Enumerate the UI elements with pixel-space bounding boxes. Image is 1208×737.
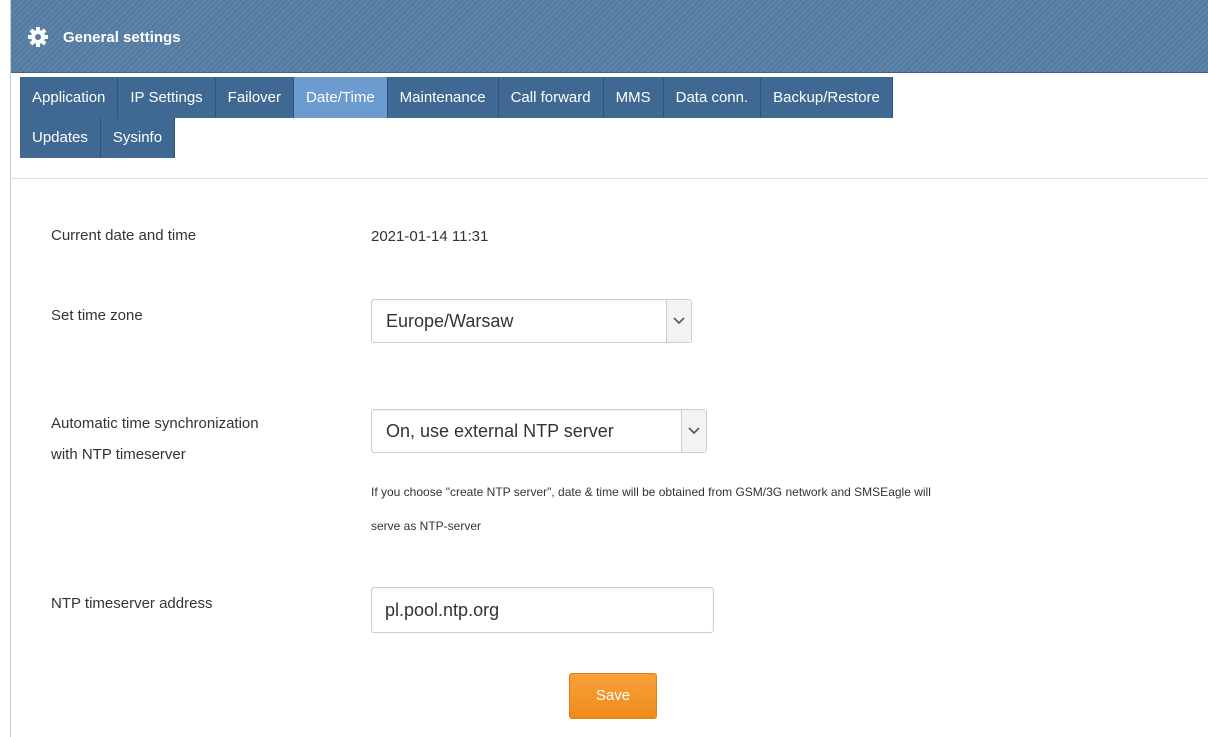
current-datetime-label: Current date and time <box>51 227 197 244</box>
current-datetime-value: 2021-01-14 11:31 <box>371 228 489 245</box>
tab-backup-restore[interactable]: Backup/Restore <box>761 77 893 118</box>
tab-failover[interactable]: Failover <box>215 77 295 118</box>
chevron-down-icon <box>681 410 706 452</box>
tab-application[interactable]: Application <box>20 77 119 118</box>
panel-title: General settings <box>63 28 181 46</box>
tab-date-time[interactable]: Date/Time <box>294 77 388 118</box>
ntp-hint-text: If you choose "create NTP server", date … <box>371 475 931 543</box>
ntp-sync-select[interactable]: On, use external NTP server <box>371 409 707 453</box>
gear-icon <box>27 26 49 48</box>
ntp-address-input[interactable] <box>371 587 714 633</box>
save-button[interactable]: Save <box>569 673 657 719</box>
tab-updates[interactable]: Updates <box>20 118 101 158</box>
timezone-select[interactable]: Europe/Warsaw <box>371 299 692 343</box>
ntp-hint-line1: If you choose "create NTP server", date … <box>371 485 931 499</box>
panel-header: General settings <box>11 0 1208 73</box>
ntp-address-label: NTP timeserver address <box>51 595 213 612</box>
divider <box>11 178 1208 179</box>
tab-mms[interactable]: MMS <box>603 77 664 118</box>
tab-call-forward[interactable]: Call forward <box>498 77 604 118</box>
timezone-label: Set time zone <box>51 307 143 324</box>
settings-tabs: Application IP Settings Failover Date/Ti… <box>20 77 1190 159</box>
ntp-sync-label-line2: with NTP timeserver <box>51 446 186 463</box>
tab-ip-settings[interactable]: IP Settings <box>118 77 216 118</box>
tab-maintenance[interactable]: Maintenance <box>387 77 499 118</box>
ntp-sync-label: Automatic time synchronization with NTP … <box>51 410 259 469</box>
tab-sysinfo[interactable]: Sysinfo <box>100 118 176 158</box>
settings-panel: General settings Application IP Settings… <box>10 0 1208 737</box>
ntp-hint-line2: serve as NTP-server <box>371 519 482 533</box>
chevron-down-icon <box>666 300 691 342</box>
timezone-selected-value: Europe/Warsaw <box>386 310 514 331</box>
ntp-sync-label-line1: Automatic time synchronization <box>51 415 259 432</box>
ntp-sync-selected-value: On, use external NTP server <box>386 420 614 441</box>
tab-data-conn[interactable]: Data conn. <box>663 77 762 118</box>
